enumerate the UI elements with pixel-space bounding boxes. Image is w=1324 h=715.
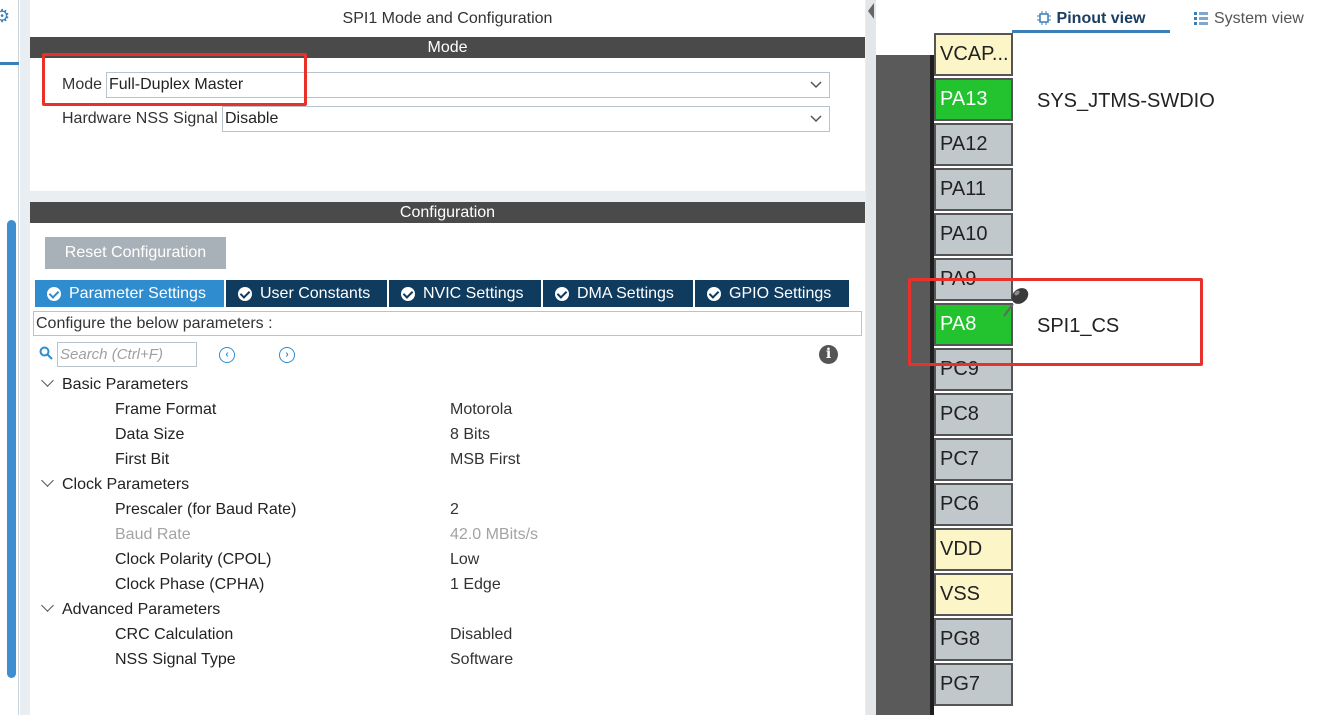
- tab-system-view-overlay[interactable]: System view: [1194, 6, 1319, 32]
- param-value[interactable]: Low: [450, 547, 479, 572]
- tab-user-constants[interactable]: User Constants: [226, 280, 389, 307]
- param-value[interactable]: MSB First: [450, 447, 520, 472]
- group-label: Clock Parameters: [62, 476, 190, 493]
- tab-label: System view: [1214, 10, 1304, 27]
- pin-pa10[interactable]: PA10: [934, 213, 1013, 256]
- search-icon: [39, 346, 53, 360]
- tab-label: NVIC Settings: [423, 285, 524, 302]
- gear-icon[interactable]: ⚙: [0, 6, 14, 26]
- panel-title: SPI1 Mode and Configuration: [30, 0, 865, 37]
- check-circle-icon: [555, 286, 569, 301]
- chip-body: [876, 55, 933, 715]
- param-value[interactable]: Motorola: [450, 397, 512, 422]
- pin-vcap[interactable]: VCAP...: [934, 33, 1013, 76]
- pin-pa11[interactable]: PA11: [934, 168, 1013, 211]
- group-clock-parameters[interactable]: Clock Parameters: [40, 472, 189, 497]
- pin-pc6[interactable]: PC6: [934, 483, 1013, 526]
- pin-signal-label: SYS_JTMS-SWDIO: [1037, 90, 1215, 112]
- pin-pc8[interactable]: PC8: [934, 393, 1013, 436]
- param-value[interactable]: Disabled: [450, 622, 512, 647]
- reset-configuration-button[interactable]: Reset Configuration: [45, 237, 226, 269]
- tab-label: Pinout view: [1056, 10, 1146, 27]
- pin-pa12[interactable]: PA12: [934, 123, 1013, 166]
- info-icon[interactable]: i: [819, 345, 838, 364]
- check-circle-icon: [401, 286, 415, 301]
- tab-dma-settings[interactable]: DMA Settings: [543, 280, 695, 307]
- param-name: Baud Rate: [115, 526, 191, 543]
- hardware-nss-select[interactable]: Disable: [222, 106, 830, 132]
- param-name: Clock Polarity (CPOL): [115, 551, 272, 568]
- param-value[interactable]: 8 Bits: [450, 422, 490, 447]
- tab-parameter-settings[interactable]: Parameter Settings: [35, 280, 226, 307]
- active-tab-indicator: [1012, 30, 1170, 33]
- param-name: First Bit: [115, 451, 170, 468]
- configuration-tabs: Parameter Settings User Constants NVIC S…: [35, 280, 851, 307]
- collapse-arrow-icon[interactable]: [868, 3, 874, 19]
- tab-pinout-view-overlay[interactable]: Pinout view: [1012, 6, 1170, 32]
- pin-pa13[interactable]: PA13: [934, 78, 1013, 121]
- search-input[interactable]: [57, 342, 197, 367]
- chevron-down-icon: [810, 81, 822, 89]
- chip-icon: [1036, 11, 1051, 25]
- hardware-nss-label: Hardware NSS Signal: [62, 110, 218, 127]
- tab-label: Parameter Settings: [69, 285, 206, 302]
- next-result-icon[interactable]: ›: [279, 347, 295, 363]
- pin-vss[interactable]: VSS: [934, 573, 1013, 616]
- param-value[interactable]: 1 Edge: [450, 572, 501, 597]
- chevron-down-icon: [41, 474, 54, 487]
- pin-pg8[interactable]: PG8: [934, 618, 1013, 661]
- check-circle-icon: [707, 286, 721, 301]
- list-grid-icon: [1194, 12, 1208, 25]
- previous-result-icon[interactable]: ‹: [219, 347, 235, 363]
- param-name: Data Size: [115, 426, 185, 443]
- group-label: Advanced Parameters: [62, 601, 221, 618]
- param-name: Clock Phase (CPHA): [115, 576, 265, 593]
- check-circle-icon: [238, 286, 252, 301]
- tab-nvic-settings[interactable]: NVIC Settings: [389, 280, 543, 307]
- panel-divider[interactable]: [866, 0, 876, 715]
- hardware-nss-select-value: Disable: [225, 110, 279, 127]
- check-circle-icon: [47, 286, 61, 301]
- chevron-down-icon: [810, 115, 822, 123]
- chevron-down-icon: [41, 374, 54, 387]
- pa8-highlight-box: [908, 278, 1203, 366]
- configuration-section-header: Configuration: [30, 202, 865, 223]
- param-value[interactable]: Software: [450, 647, 513, 672]
- tab-label: DMA Settings: [577, 285, 674, 302]
- tab-label: User Constants: [260, 285, 371, 302]
- param-name: Prescaler (for Baud Rate): [115, 501, 297, 518]
- group-advanced-parameters[interactable]: Advanced Parameters: [40, 597, 220, 622]
- tab-gpio-settings[interactable]: GPIO Settings: [695, 280, 851, 307]
- group-basic-parameters[interactable]: Basic Parameters: [40, 372, 188, 397]
- left-strip-indicator: [0, 62, 19, 65]
- param-name: Frame Format: [115, 401, 217, 418]
- pin-vdd[interactable]: VDD: [934, 528, 1013, 571]
- chevron-down-icon: [41, 599, 54, 612]
- mode-highlight-box: [42, 53, 307, 106]
- pin-pg7[interactable]: PG7: [934, 663, 1013, 706]
- param-name: NSS Signal Type: [115, 651, 236, 668]
- pin-pc7[interactable]: PC7: [934, 438, 1013, 481]
- configure-description: Configure the below parameters :: [33, 311, 862, 336]
- left-scrollbar[interactable]: [7, 220, 16, 678]
- param-name: CRC Calculation: [115, 626, 234, 643]
- left-strip: ⚙: [0, 0, 19, 715]
- group-label: Basic Parameters: [62, 376, 189, 393]
- param-value[interactable]: 2: [450, 497, 459, 522]
- param-value: 42.0 MBits/s: [450, 526, 539, 543]
- tab-label: GPIO Settings: [729, 285, 832, 302]
